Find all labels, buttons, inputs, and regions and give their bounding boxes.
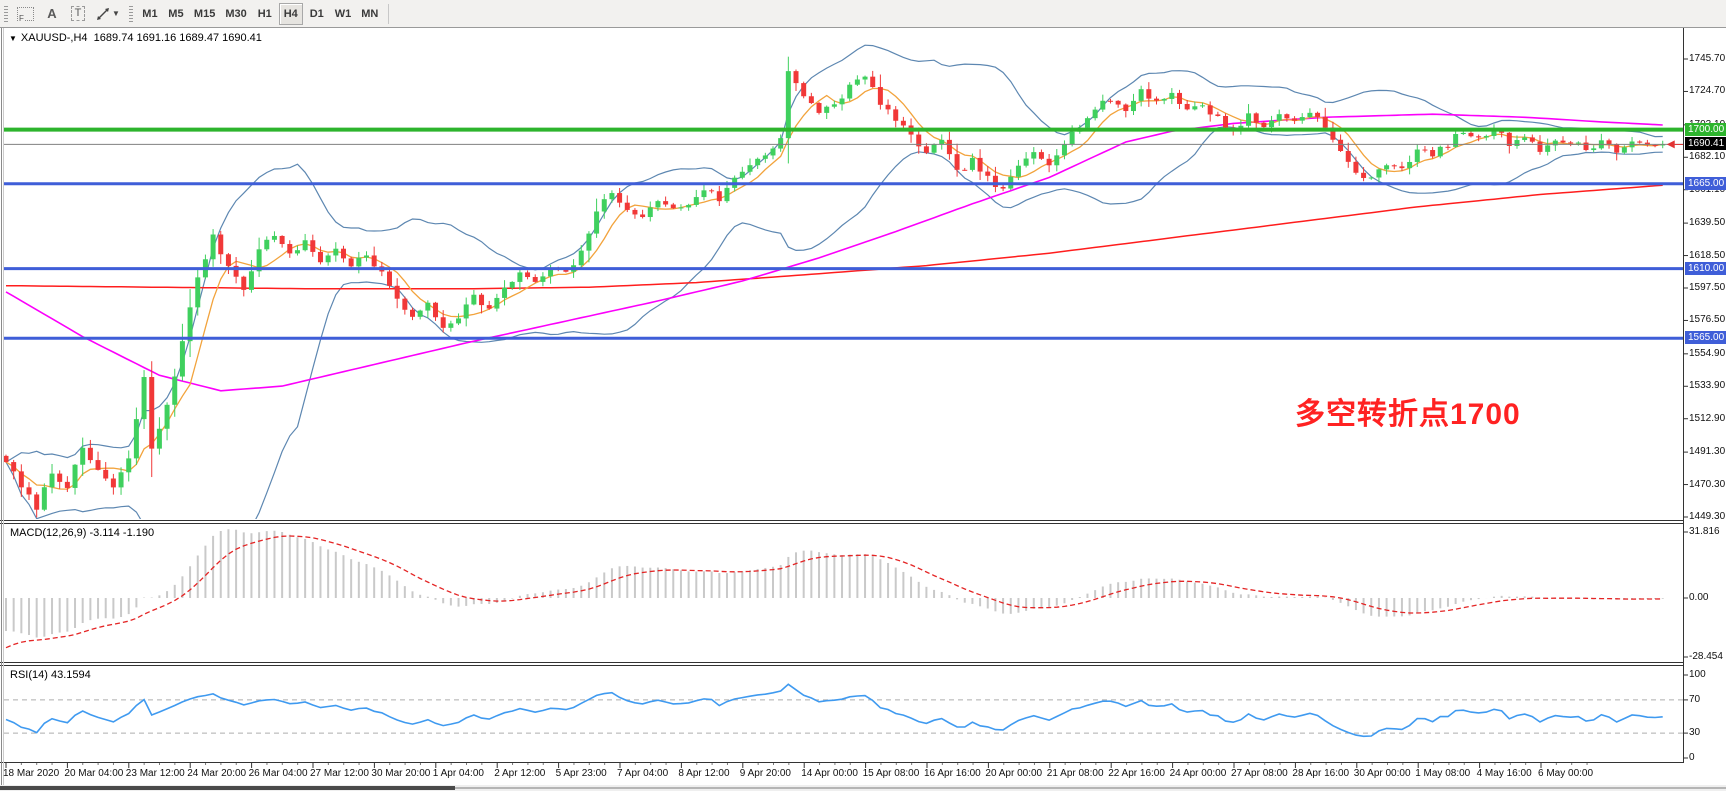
date-label: 26 Mar 04:00 [249, 768, 308, 779]
macd-tick-label: 31.816 [1689, 526, 1720, 537]
macd-indicator-label: MACD(12,26,9) -3.114 -1.190 [10, 527, 154, 539]
mt4-chart-window: F A T ▼ M1M5M15M30H1H4D1W1MN ▼ XAUUSD-,H4… [0, 0, 1726, 791]
date-label: 27 Apr 08:00 [1231, 768, 1288, 779]
date-label: 20 Mar 04:00 [64, 768, 123, 779]
date-label: 6 May 00:00 [1538, 768, 1593, 779]
price-tick-label: 1491.30 [1689, 446, 1725, 457]
chart-template-button[interactable]: F [13, 3, 38, 25]
date-label: 2 Apr 12:00 [494, 768, 545, 779]
date-label: 5 Apr 23:00 [556, 768, 607, 779]
date-label: 14 Apr 00:00 [801, 768, 858, 779]
timeframe-button-w1[interactable]: W1 [331, 3, 356, 25]
timeframe-button-m1[interactable]: M1 [138, 3, 162, 25]
price-tick-label: 1597.50 [1689, 282, 1725, 293]
cursor-tool-button[interactable]: ▼ [92, 3, 124, 25]
price-tick-label: 1639.50 [1689, 217, 1725, 228]
font-a-icon: A [47, 6, 56, 21]
grid-icon: F [17, 7, 34, 21]
symbol-dropdown-icon[interactable]: ▼ [9, 34, 17, 43]
date-label: 21 Apr 08:00 [1047, 768, 1104, 779]
date-label: 20 Apr 00:00 [985, 768, 1042, 779]
toolbar: F A T ▼ M1M5M15M30H1H4D1W1MN [0, 0, 1726, 28]
rsi-tick-label: 70 [1689, 694, 1700, 705]
date-label: 27 Mar 12:00 [310, 768, 369, 779]
price-tick-label: 1449.30 [1689, 511, 1725, 522]
date-label: 22 Apr 16:00 [1108, 768, 1165, 779]
price-tick-label: 1512.90 [1689, 413, 1725, 424]
timeframe-button-mn[interactable]: MN [357, 3, 382, 25]
timeframe-button-h1[interactable]: H1 [253, 3, 277, 25]
price-tick-label: 1682.10 [1689, 151, 1725, 162]
macd-tick-label: 0.00 [1689, 592, 1708, 603]
level-price-tag: 1665.00 [1685, 177, 1726, 190]
ohlc-values: 1689.74 1691.16 1689.47 1690.41 [94, 32, 262, 44]
chevron-down-icon: ▼ [112, 9, 120, 18]
date-label: 15 Apr 08:00 [863, 768, 920, 779]
font-tool-button[interactable]: A [40, 3, 64, 25]
price-tick-label: 1533.90 [1689, 380, 1725, 391]
price-tick-label: 1745.70 [1689, 53, 1725, 64]
level-price-tag: 1690.41 [1685, 137, 1726, 150]
chart-title: ▼ XAUUSD-,H4 1689.74 1691.16 1689.47 1690… [9, 32, 262, 44]
date-label: 30 Mar 20:00 [371, 768, 430, 779]
toolbar-separator [388, 4, 389, 24]
symbol-timeframe: XAUUSD-,H4 [21, 32, 88, 44]
rsi-tick-label: 30 [1689, 727, 1700, 738]
chart-area[interactable]: ▼ XAUUSD-,H4 1689.74 1691.16 1689.47 1690… [0, 27, 1726, 791]
timeframe-button-group: M1M5M15M30H1H4D1W1MN [137, 3, 383, 25]
text-t-icon: T [71, 6, 86, 21]
chart-text-annotation[interactable]: 多空转折点1700 [1295, 389, 1521, 433]
date-label: 1 May 08:00 [1415, 768, 1470, 779]
timeframe-button-h4[interactable]: H4 [279, 3, 303, 25]
price-tick-label: 1470.30 [1689, 479, 1725, 490]
rsi-tick-label: 100 [1689, 669, 1706, 680]
level-price-tag: 1610.00 [1685, 262, 1726, 275]
timeframe-button-m30[interactable]: M30 [221, 3, 250, 25]
timeframe-button-m15[interactable]: M15 [190, 3, 219, 25]
date-label: 7 Apr 04:00 [617, 768, 668, 779]
date-label: 16 Apr 16:00 [924, 768, 981, 779]
diagonal-arrows-icon [96, 7, 110, 21]
price-tick-label: 1724.70 [1689, 85, 1725, 96]
macd-tick-label: -28.454 [1689, 651, 1723, 662]
date-label: 8 Apr 12:00 [678, 768, 729, 779]
rsi-indicator-label: RSI(14) 43.1594 [10, 669, 91, 681]
date-label: 4 May 16:00 [1477, 768, 1532, 779]
date-label: 24 Apr 00:00 [1170, 768, 1227, 779]
date-label: 24 Mar 20:00 [187, 768, 246, 779]
text-label-button[interactable]: T [66, 3, 90, 25]
toolbar-section-grip[interactable] [129, 6, 133, 22]
date-label: 18 Mar 2020 [3, 768, 59, 779]
price-tick-label: 1554.90 [1689, 348, 1725, 359]
date-label: 30 Apr 00:00 [1354, 768, 1411, 779]
date-label: 28 Apr 16:00 [1292, 768, 1349, 779]
price-tick-label: 1576.50 [1689, 314, 1725, 325]
timeframe-button-m5[interactable]: M5 [164, 3, 188, 25]
toolbar-drag-grip[interactable] [4, 6, 8, 22]
level-price-tag: 1565.00 [1685, 331, 1726, 344]
date-label: 9 Apr 20:00 [740, 768, 791, 779]
price-tick-label: 1618.50 [1689, 250, 1725, 261]
horizontal-scrollbar-thumb[interactable] [0, 786, 455, 790]
date-label: 1 Apr 04:00 [433, 768, 484, 779]
rsi-tick-label: 0 [1689, 752, 1695, 763]
timeframe-button-d1[interactable]: D1 [305, 3, 329, 25]
date-label: 23 Mar 12:00 [126, 768, 185, 779]
level-price-tag: 1700.00 [1685, 123, 1726, 136]
